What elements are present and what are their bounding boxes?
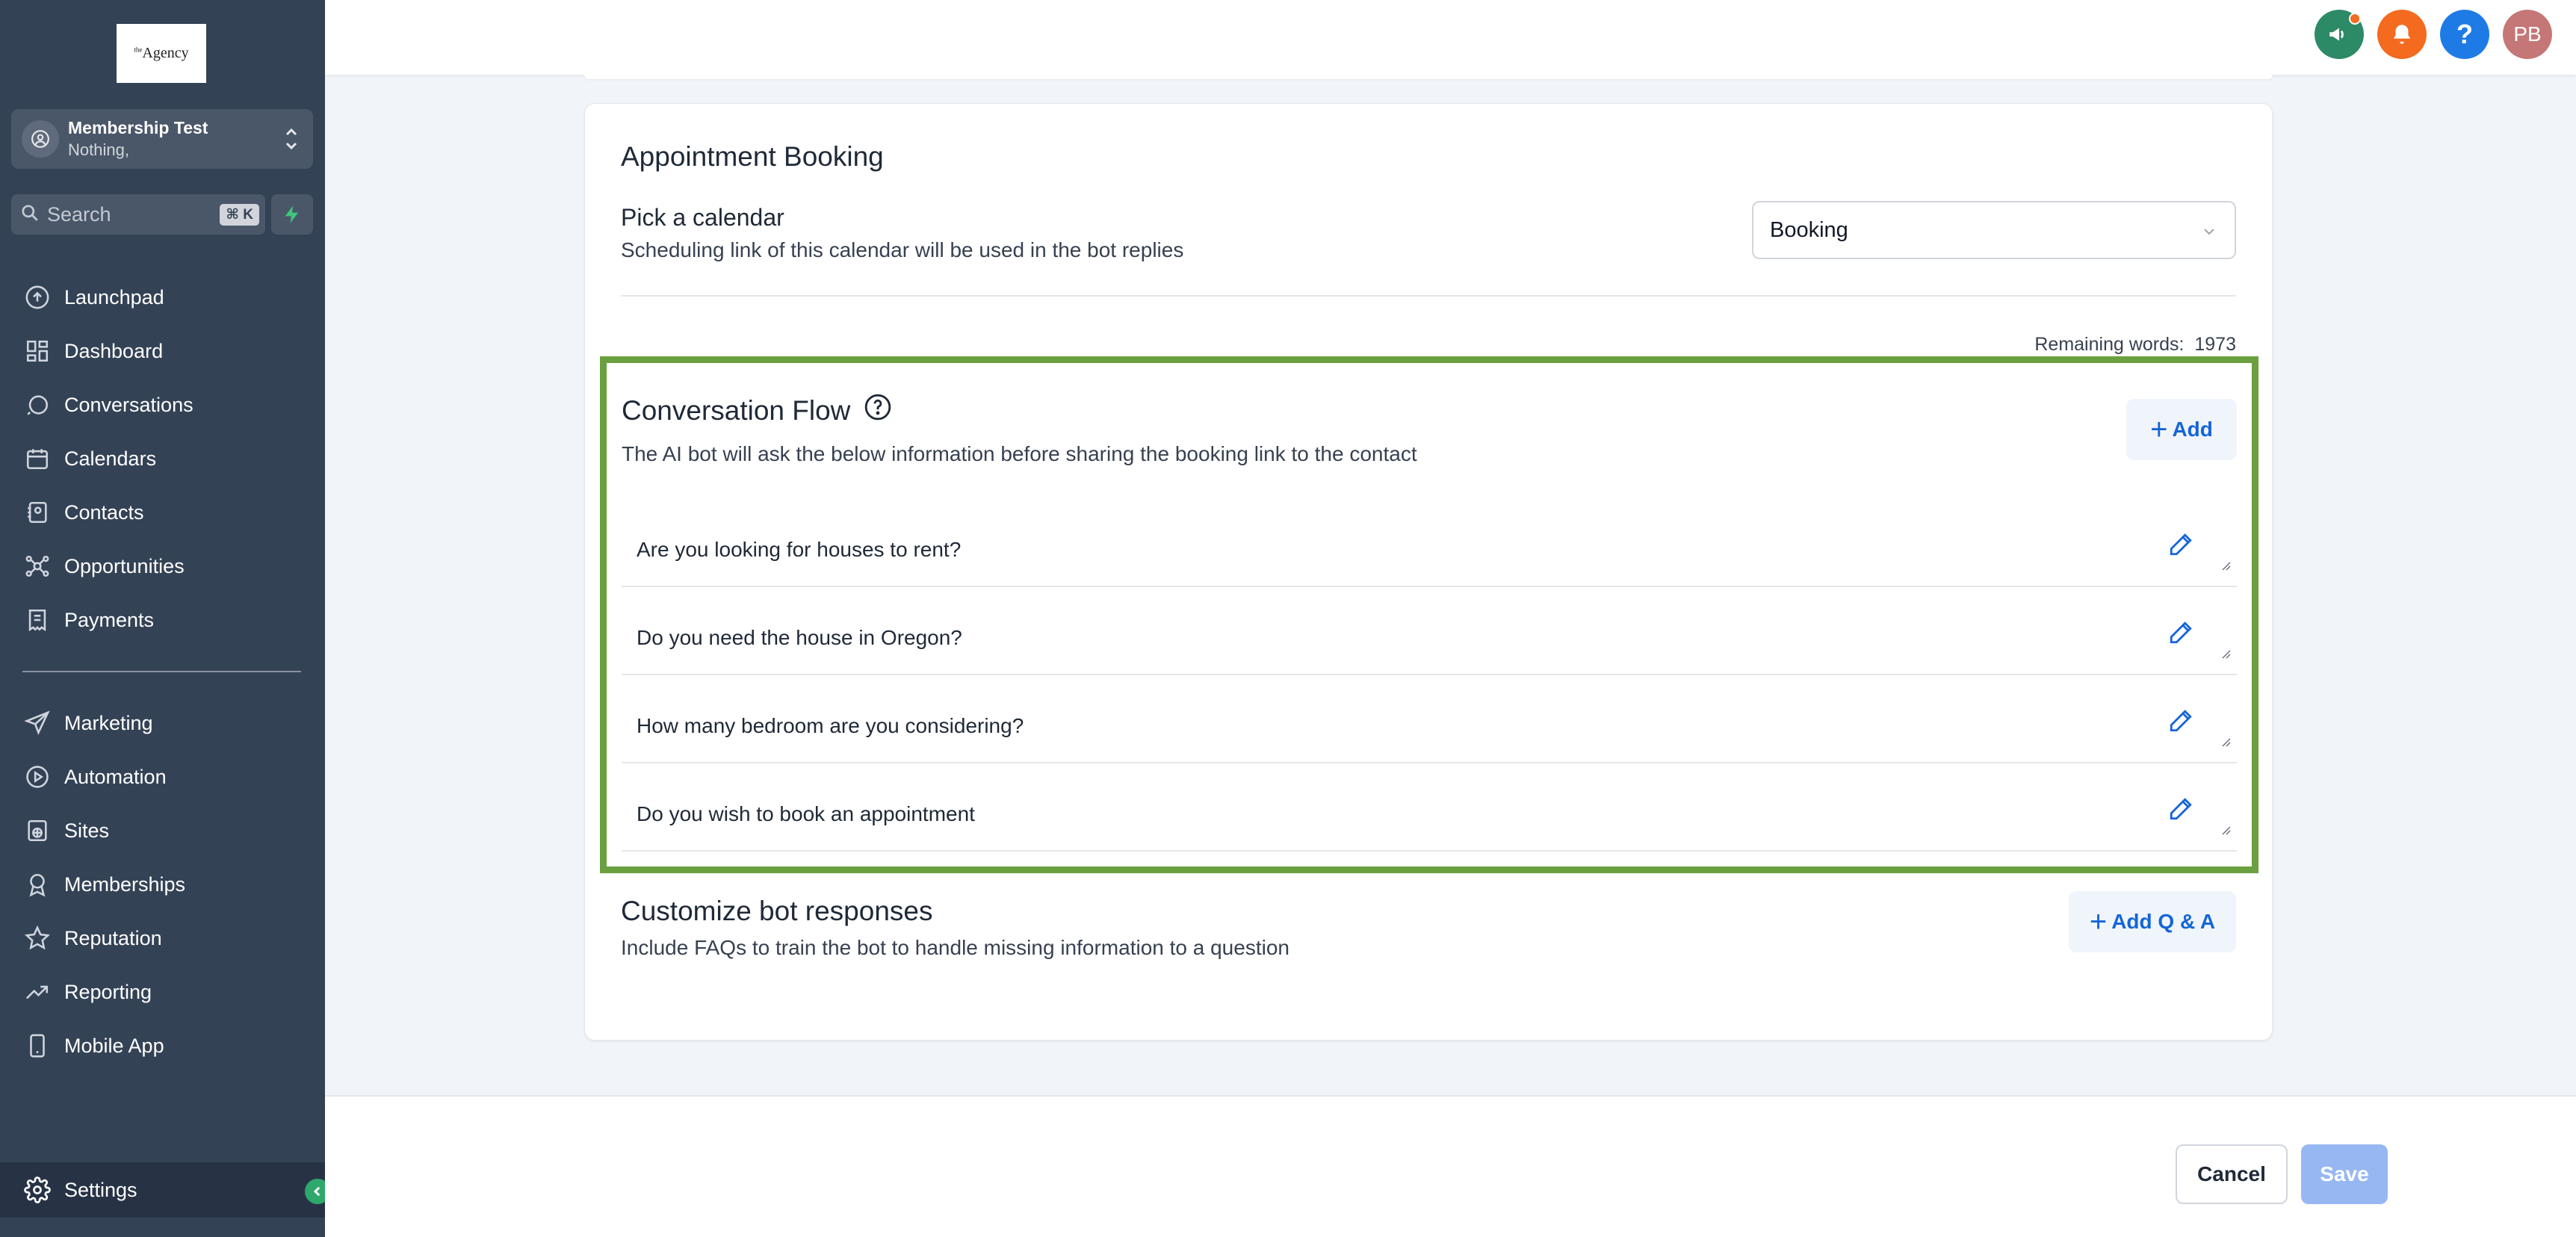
resize-grip-icon[interactable] [2219, 559, 2231, 574]
pencil-icon[interactable] [2168, 620, 2193, 649]
question-row[interactable]: Do you wish to book an appointment [622, 777, 2237, 852]
account-subtitle: Nothing, [68, 140, 129, 159]
cancel-button[interactable]: Cancel [2176, 1144, 2288, 1204]
conversation-flow-section: Conversation Flow The AI bot will ask th… [600, 356, 2258, 873]
sidebar-item-calendars[interactable]: Calendars [0, 436, 325, 481]
search-placeholder: Search [47, 202, 111, 226]
chevron-down-icon [2200, 222, 2218, 247]
sidebar-search[interactable]: Search ⌘ K [11, 194, 265, 235]
network-icon [22, 551, 52, 581]
add-question-button[interactable]: + Add [2126, 399, 2237, 460]
account-switcher[interactable]: Membership Test Nothing, [11, 109, 313, 169]
bot-settings-card: Appointment Booking Pick a calendar Sche… [584, 103, 2273, 1041]
resize-grip-icon[interactable] [2219, 735, 2231, 751]
quick-action-button[interactable] [271, 194, 313, 235]
user-avatar[interactable]: PB [2503, 10, 2552, 59]
play-circle-icon [22, 762, 52, 792]
pencil-icon[interactable] [2168, 796, 2193, 825]
announcements-button[interactable] [2315, 10, 2364, 59]
save-button[interactable]: Save [2301, 1144, 2388, 1204]
account-avatar-icon [22, 120, 59, 158]
sidebar-item-reporting[interactable]: Reporting [0, 970, 325, 1014]
account-name: Membership Test [68, 118, 208, 137]
customize-responses-description: Include FAQs to train the bot to handle … [621, 936, 1289, 959]
sidebar: theAgency Membership Test Nothing, Searc… [0, 0, 330, 1237]
pencil-icon[interactable] [2168, 708, 2193, 737]
resize-grip-icon[interactable] [2219, 823, 2231, 839]
notifications-button[interactable] [2377, 10, 2427, 59]
star-icon [22, 923, 52, 953]
contacts-icon [22, 497, 52, 527]
remaining-words: Remaining words: 1973 [2034, 334, 2236, 355]
sidebar-item-automation[interactable]: Automation [0, 754, 325, 799]
plus-icon: + [2150, 412, 2168, 446]
sidebar-item-launchpad[interactable]: Launchpad [0, 275, 325, 320]
previous-card-edge [584, 75, 2273, 79]
help-circle-icon[interactable] [864, 393, 892, 428]
pick-calendar-description: Scheduling link of this calendar will be… [621, 238, 1184, 261]
sidebar-item-payments[interactable]: Payments [0, 598, 325, 642]
conversation-flow-description: The AI bot will ask the below informatio… [622, 442, 1417, 465]
appointment-booking-title: Appointment Booking [621, 141, 884, 172]
topbar: ? PB [325, 0, 2576, 75]
question-row[interactable]: Do you need the house in Oregon? [622, 601, 2237, 675]
sidebar-item-settings[interactable]: Settings [0, 1162, 325, 1218]
question-text: How many bedroom are you considering? [637, 714, 1024, 737]
conversation-flow-title: Conversation Flow [622, 393, 892, 428]
question-icon: ? [2456, 19, 2473, 49]
calendar-select[interactable]: Booking [1752, 201, 2236, 259]
chat-icon [22, 390, 52, 420]
pencil-icon[interactable] [2168, 532, 2193, 561]
chevron-updown-icon [283, 123, 300, 159]
sidebar-item-sites[interactable]: Sites [0, 808, 325, 853]
calendar-icon [22, 444, 52, 474]
grid-icon [22, 336, 52, 366]
sidebar-item-reputation[interactable]: Reputation [0, 916, 325, 961]
award-icon [22, 869, 52, 899]
pick-calendar-label: Pick a calendar [621, 204, 784, 231]
megaphone-icon [2329, 28, 2344, 41]
sidebar-item-memberships[interactable]: Memberships [0, 862, 325, 907]
bolt-icon [285, 205, 299, 223]
question-row[interactable]: How many bedroom are you considering? [622, 689, 2237, 763]
receipt-icon [22, 605, 52, 635]
notification-dot [2349, 13, 2361, 25]
sidebar-divider [22, 671, 301, 672]
sidebar-item-marketing[interactable]: Marketing [0, 701, 325, 745]
sidebar-item-opportunities[interactable]: Opportunities [0, 544, 325, 589]
search-icon [20, 203, 40, 226]
globe-icon [22, 816, 52, 846]
agency-logo[interactable]: theAgency [117, 24, 206, 83]
gear-icon [22, 1175, 52, 1205]
add-qa-button[interactable]: + Add Q & A [2069, 891, 2236, 952]
chevron-left-icon [313, 1186, 321, 1197]
question-text: Are you looking for houses to rent? [637, 538, 962, 561]
sidebar-item-dashboard[interactable]: Dashboard [0, 329, 325, 373]
sidebar-item-conversations[interactable]: Conversations [0, 382, 325, 427]
help-button[interactable]: ? [2440, 10, 2489, 59]
action-footer: Cancel Save [325, 1095, 2576, 1237]
customize-responses-title: Customize bot responses [621, 896, 933, 926]
send-icon [22, 708, 52, 738]
trend-icon [22, 977, 52, 1007]
phone-icon [22, 1031, 52, 1061]
question-text: Do you wish to book an appointment [637, 802, 975, 825]
sidebar-item-contacts[interactable]: Contacts [0, 490, 325, 535]
calendar-select-value: Booking [1770, 217, 1848, 242]
resize-grip-icon[interactable] [2219, 647, 2231, 663]
search-shortcut: ⌘ K [220, 204, 259, 226]
plus-icon: + [2089, 905, 2108, 938]
question-row[interactable]: Are you looking for houses to rent? [622, 512, 2237, 587]
bell-icon [2393, 25, 2411, 44]
section-divider [621, 295, 2236, 297]
sidebar-item-mobile-app[interactable]: Mobile App [0, 1023, 325, 1068]
question-text: Do you need the house in Oregon? [637, 626, 962, 649]
rocket-icon [22, 282, 52, 312]
